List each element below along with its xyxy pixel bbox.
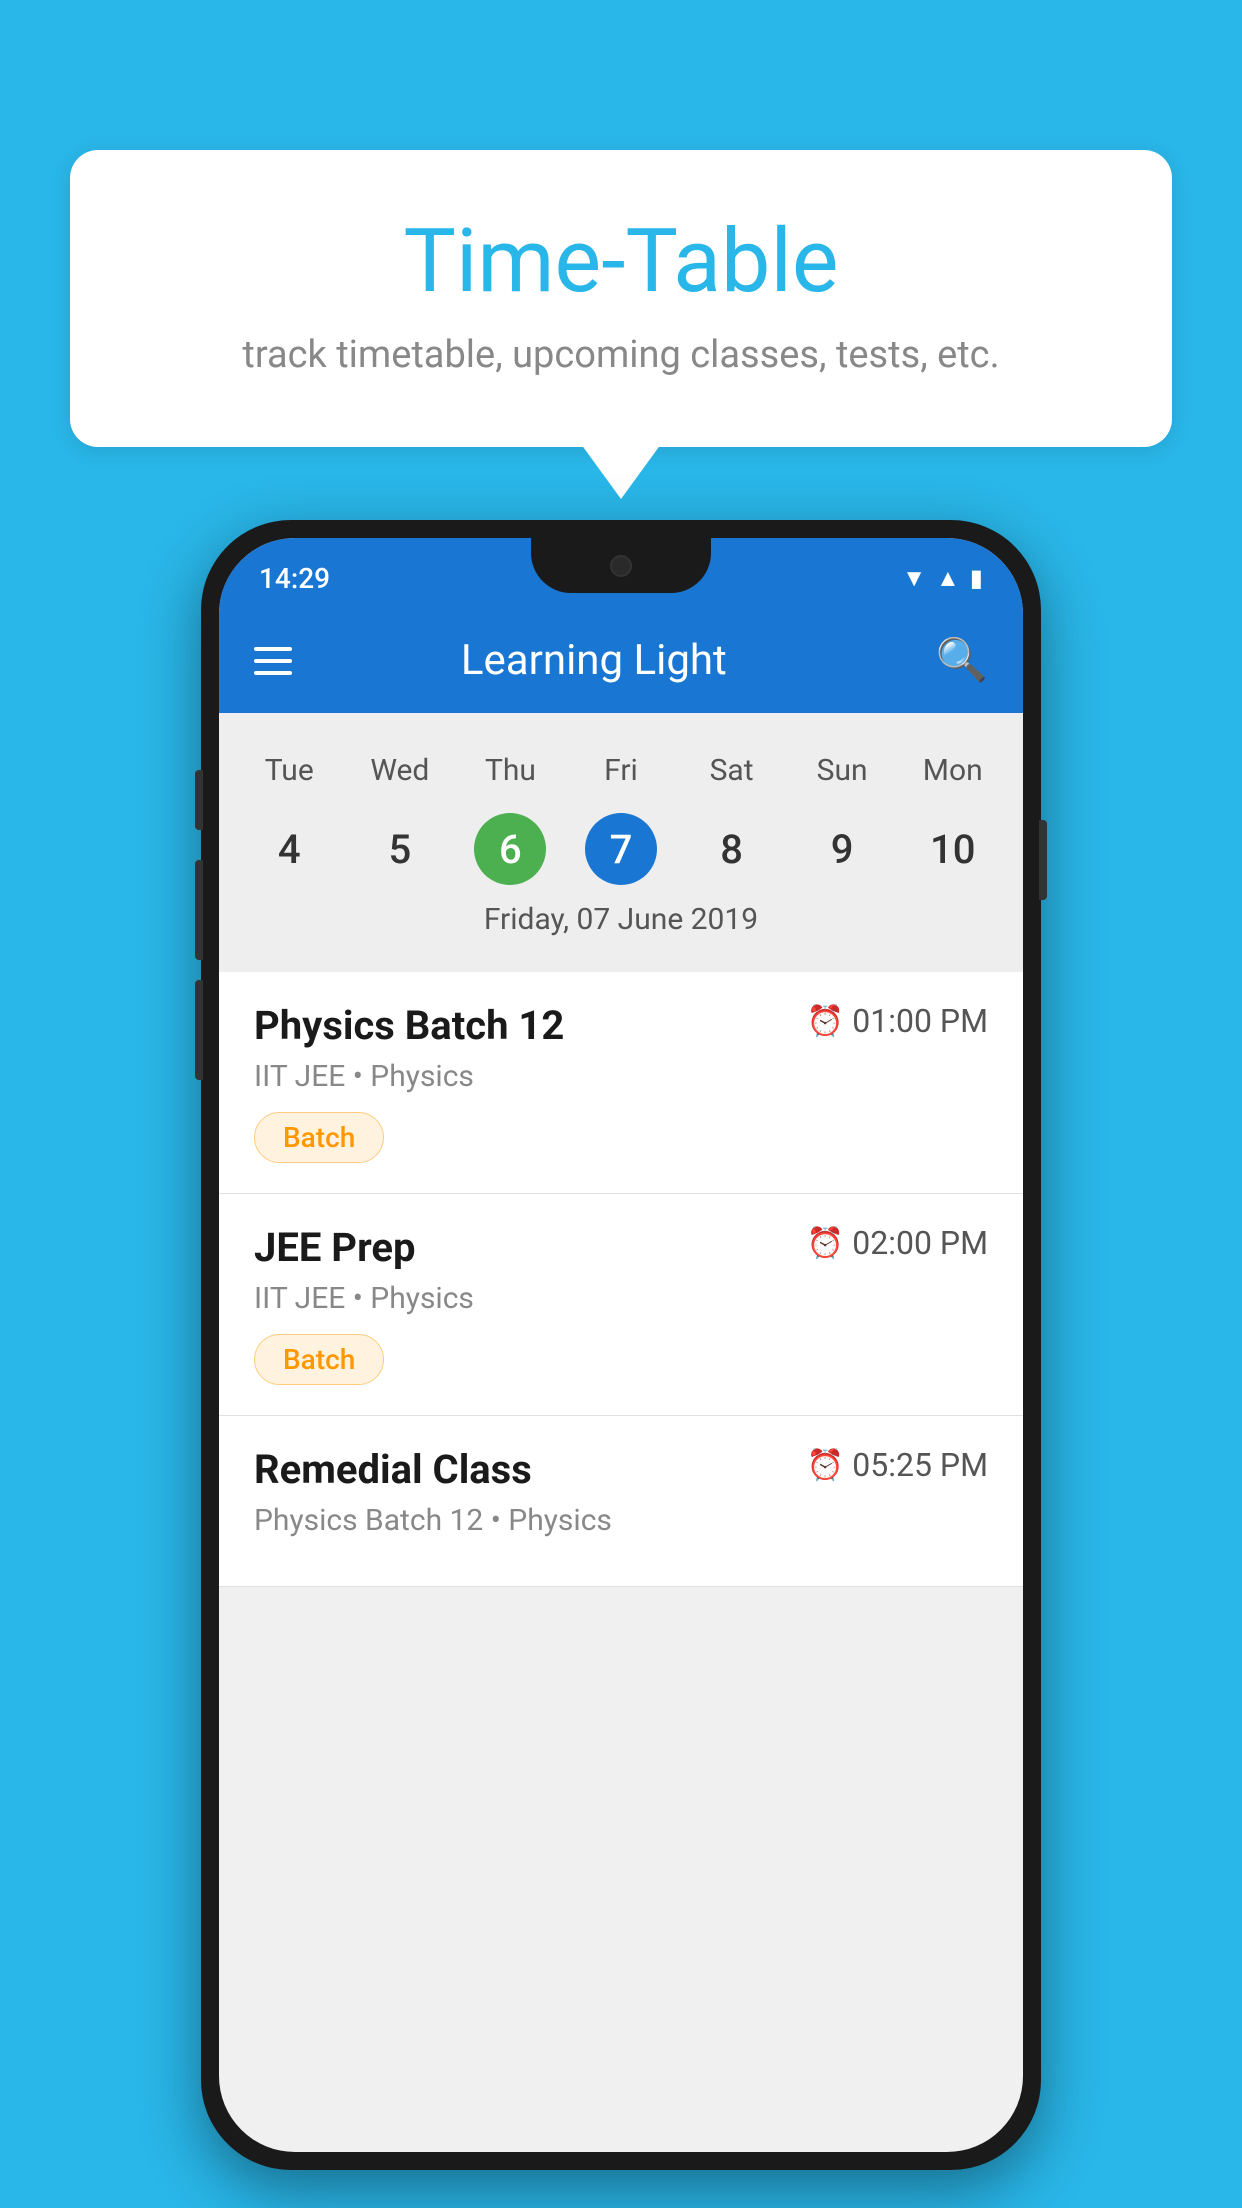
schedule-item-3-header: Remedial Class ⏰ 05:25 PM	[254, 1446, 988, 1493]
speech-bubble-card: Time-Table track timetable, upcoming cla…	[70, 150, 1172, 447]
volume-down-button	[195, 860, 203, 960]
schedule-subtitle-1: IIT JEE • Physics	[254, 1059, 988, 1094]
phone-screen: 14:29 ▼ ▲ ▮ Learning Light 🔍 Tue Wed Thu	[219, 538, 1023, 2152]
day-mon: Mon	[897, 743, 1008, 798]
status-icons: ▼ ▲ ▮	[902, 564, 983, 593]
day-tue: Tue	[234, 743, 345, 798]
selected-date-label: Friday, 07 June 2019	[219, 890, 1023, 952]
power-button	[1039, 820, 1047, 900]
batch-badge-2: Batch	[254, 1334, 384, 1385]
schedule-item-2-header: JEE Prep ⏰ 02:00 PM	[254, 1224, 988, 1271]
search-icon[interactable]: 🔍	[936, 636, 988, 685]
schedule-subtitle-2: IIT JEE • Physics	[254, 1281, 988, 1316]
app-bar: Learning Light 🔍	[219, 608, 1023, 713]
status-time: 14:29	[259, 562, 330, 595]
schedule-list: Physics Batch 12 ⏰ 01:00 PM IIT JEE • Ph…	[219, 972, 1023, 1587]
clock-icon-1: ⏰	[807, 1004, 844, 1039]
schedule-time-3: ⏰ 05:25 PM	[807, 1446, 988, 1484]
date-8[interactable]: 8	[676, 813, 787, 885]
date-4[interactable]: 4	[234, 813, 345, 885]
calendar-section: Tue Wed Thu Fri Sat Sun Mon 4 5 6 7 8 9 …	[219, 713, 1023, 972]
day-numbers: 4 5 6 7 8 9 10	[219, 808, 1023, 890]
day-fri: Fri	[566, 743, 677, 798]
date-10[interactable]: 10	[897, 813, 1008, 885]
day-thu: Thu	[455, 743, 566, 798]
schedule-title-1: Physics Batch 12	[254, 1002, 564, 1049]
menu-button[interactable]	[254, 647, 292, 675]
batch-badge-1: Batch	[254, 1112, 384, 1163]
clock-icon-2: ⏰	[807, 1226, 844, 1261]
clock-icon-3: ⏰	[807, 1448, 844, 1483]
time-value-1: 01:00 PM	[852, 1002, 988, 1040]
speech-bubble-section: Time-Table track timetable, upcoming cla…	[70, 150, 1172, 447]
date-7-selected[interactable]: 7	[585, 813, 657, 885]
volume-up-button	[195, 770, 203, 830]
time-value-2: 02:00 PM	[852, 1224, 988, 1262]
schedule-item-1[interactable]: Physics Batch 12 ⏰ 01:00 PM IIT JEE • Ph…	[219, 972, 1023, 1194]
bubble-subtitle: track timetable, upcoming classes, tests…	[150, 333, 1092, 377]
day-wed: Wed	[345, 743, 456, 798]
schedule-time-2: ⏰ 02:00 PM	[807, 1224, 988, 1262]
schedule-item-3[interactable]: Remedial Class ⏰ 05:25 PM Physics Batch …	[219, 1416, 1023, 1587]
date-9[interactable]: 9	[787, 813, 898, 885]
schedule-title-2: JEE Prep	[254, 1224, 415, 1271]
schedule-time-1: ⏰ 01:00 PM	[807, 1002, 988, 1040]
signal-icon: ▲	[936, 564, 960, 593]
day-sat: Sat	[676, 743, 787, 798]
app-title: Learning Light	[322, 636, 866, 685]
wifi-icon: ▼	[902, 564, 926, 593]
date-5[interactable]: 5	[345, 813, 456, 885]
time-value-3: 05:25 PM	[852, 1446, 988, 1484]
date-6-today[interactable]: 6	[474, 813, 546, 885]
bubble-title: Time-Table	[150, 210, 1092, 313]
phone-notch	[531, 538, 711, 593]
schedule-item-1-header: Physics Batch 12 ⏰ 01:00 PM	[254, 1002, 988, 1049]
schedule-title-3: Remedial Class	[254, 1446, 532, 1493]
schedule-item-2[interactable]: JEE Prep ⏰ 02:00 PM IIT JEE • Physics Ba…	[219, 1194, 1023, 1416]
phone-frame: 14:29 ▼ ▲ ▮ Learning Light 🔍 Tue Wed Thu	[201, 520, 1041, 2170]
battery-icon: ▮	[970, 564, 983, 592]
day-sun: Sun	[787, 743, 898, 798]
front-camera	[610, 555, 632, 577]
silent-button	[195, 980, 203, 1080]
schedule-subtitle-3: Physics Batch 12 • Physics	[254, 1503, 988, 1538]
day-headers: Tue Wed Thu Fri Sat Sun Mon	[219, 733, 1023, 808]
